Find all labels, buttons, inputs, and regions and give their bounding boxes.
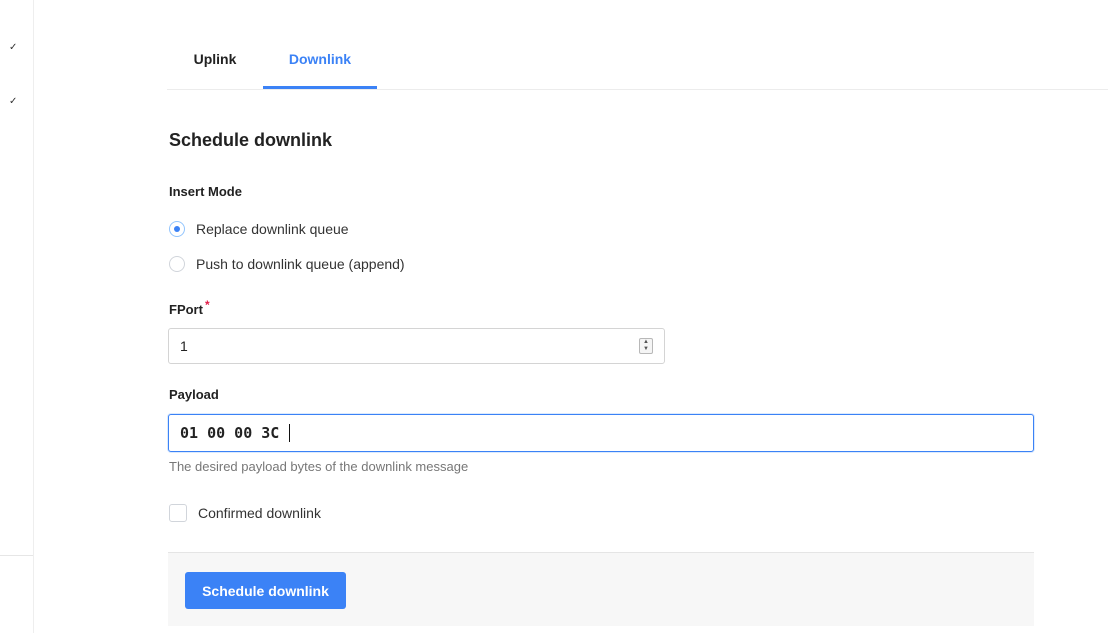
payload-value: 01 00 00 3C [180, 424, 280, 442]
payload-help-text: The desired payload bytes of the downlin… [169, 459, 469, 474]
tab-uplink[interactable]: Uplink [167, 38, 263, 88]
sidebar-divider [0, 555, 33, 556]
radio-append-queue[interactable]: Push to downlink queue (append) [169, 254, 405, 274]
fport-label: FPort * [169, 298, 210, 317]
payload-input[interactable]: 01 00 00 3C [168, 414, 1034, 452]
text-caret [289, 424, 291, 442]
radio-checked-icon[interactable] [169, 221, 185, 237]
tab-downlink[interactable]: Downlink [263, 38, 377, 89]
fport-label-text: FPort [169, 302, 203, 317]
form-footer: Schedule downlink [168, 552, 1034, 626]
checkbox-icon[interactable] [169, 504, 187, 522]
radio-unchecked-icon[interactable] [169, 256, 185, 272]
fport-input[interactable]: 1 ▲ ▼ [168, 328, 665, 364]
checkbox-label: Confirmed downlink [198, 505, 321, 521]
section-title: Schedule downlink [169, 130, 333, 150]
check-icon: ✓ [9, 96, 18, 107]
confirmed-downlink-checkbox[interactable]: Confirmed downlink [169, 504, 321, 522]
left-sidebar: ✓ ✓ [0, 0, 34, 633]
insert-mode-label: Insert Mode [169, 184, 242, 199]
stepper-icon[interactable]: ▲ ▼ [639, 338, 653, 354]
radio-label: Replace downlink queue [196, 221, 349, 237]
radio-replace-queue[interactable]: Replace downlink queue [169, 219, 349, 239]
required-mark: * [204, 298, 210, 312]
check-icon: ✓ [9, 42, 18, 53]
message-tabs: Uplink Downlink [167, 38, 1108, 90]
radio-label: Push to downlink queue (append) [196, 256, 405, 272]
payload-label: Payload [169, 387, 219, 402]
schedule-downlink-button[interactable]: Schedule downlink [185, 572, 346, 609]
fport-value: 1 [180, 338, 188, 354]
